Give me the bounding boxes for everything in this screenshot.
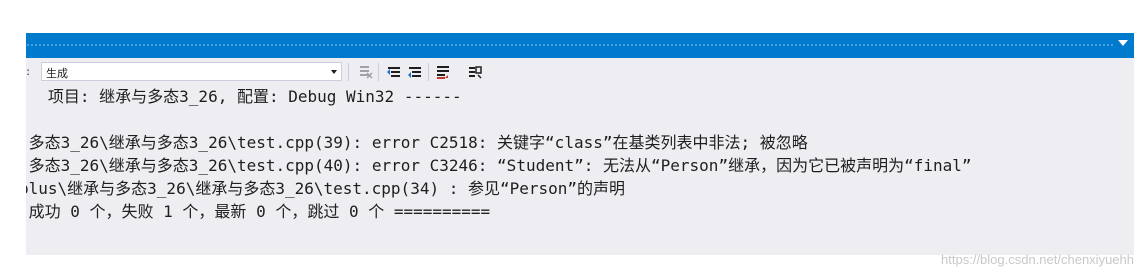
toolbar-separator [348,63,349,81]
output-window: ): 生成 [26,33,1134,255]
clear-all-button[interactable] [356,63,374,81]
find-message-in-code-icon [466,63,484,81]
previous-message-button[interactable] [385,63,403,81]
toolbar-separator [378,63,379,81]
next-message-button[interactable] [406,63,424,81]
output-title-bar[interactable] [26,33,1134,58]
show-output-from-value: 生成 [46,67,68,80]
source-watermark: https://blog.csdn.net/chenxiyuehh [941,252,1134,267]
toggle-word-wrap-button[interactable] [434,63,452,81]
window-menu-dropdown-icon[interactable] [1118,40,1128,46]
clear-all-icon [356,63,374,81]
chevron-down-icon[interactable] [331,70,337,74]
show-output-from-label: ): [26,65,30,78]
output-line: 多态3_26\继承与多态3_26\test.cpp(40): error C32… [26,156,972,175]
go-to-next-message-icon [406,63,424,81]
toolbar-separator [428,63,429,81]
title-bar-grip [26,43,1114,48]
toggle-word-wrap-icon [434,63,452,81]
output-line: 项目: 继承与多态3_26, 配置: Debug Win32 ------ [26,87,462,106]
output-text-area[interactable]: 项目: 继承与多态3_26, 配置: Debug Win32 ------ 多态… [26,86,1134,255]
output-line: 多态3_26\继承与多态3_26\test.cpp(39): error C25… [26,133,808,152]
output-line: plus\继承与多态3_26\继承与多态3_26\test.cpp(34) : … [26,179,626,198]
find-message-button[interactable] [466,63,484,81]
output-line: 成功 0 个，失败 1 个，最新 0 个，跳过 0 个 ========== [26,202,491,221]
output-toolbar: ): 生成 [26,59,1134,85]
go-to-previous-message-icon [385,63,403,81]
show-output-from-select[interactable]: 生成 [41,62,342,81]
